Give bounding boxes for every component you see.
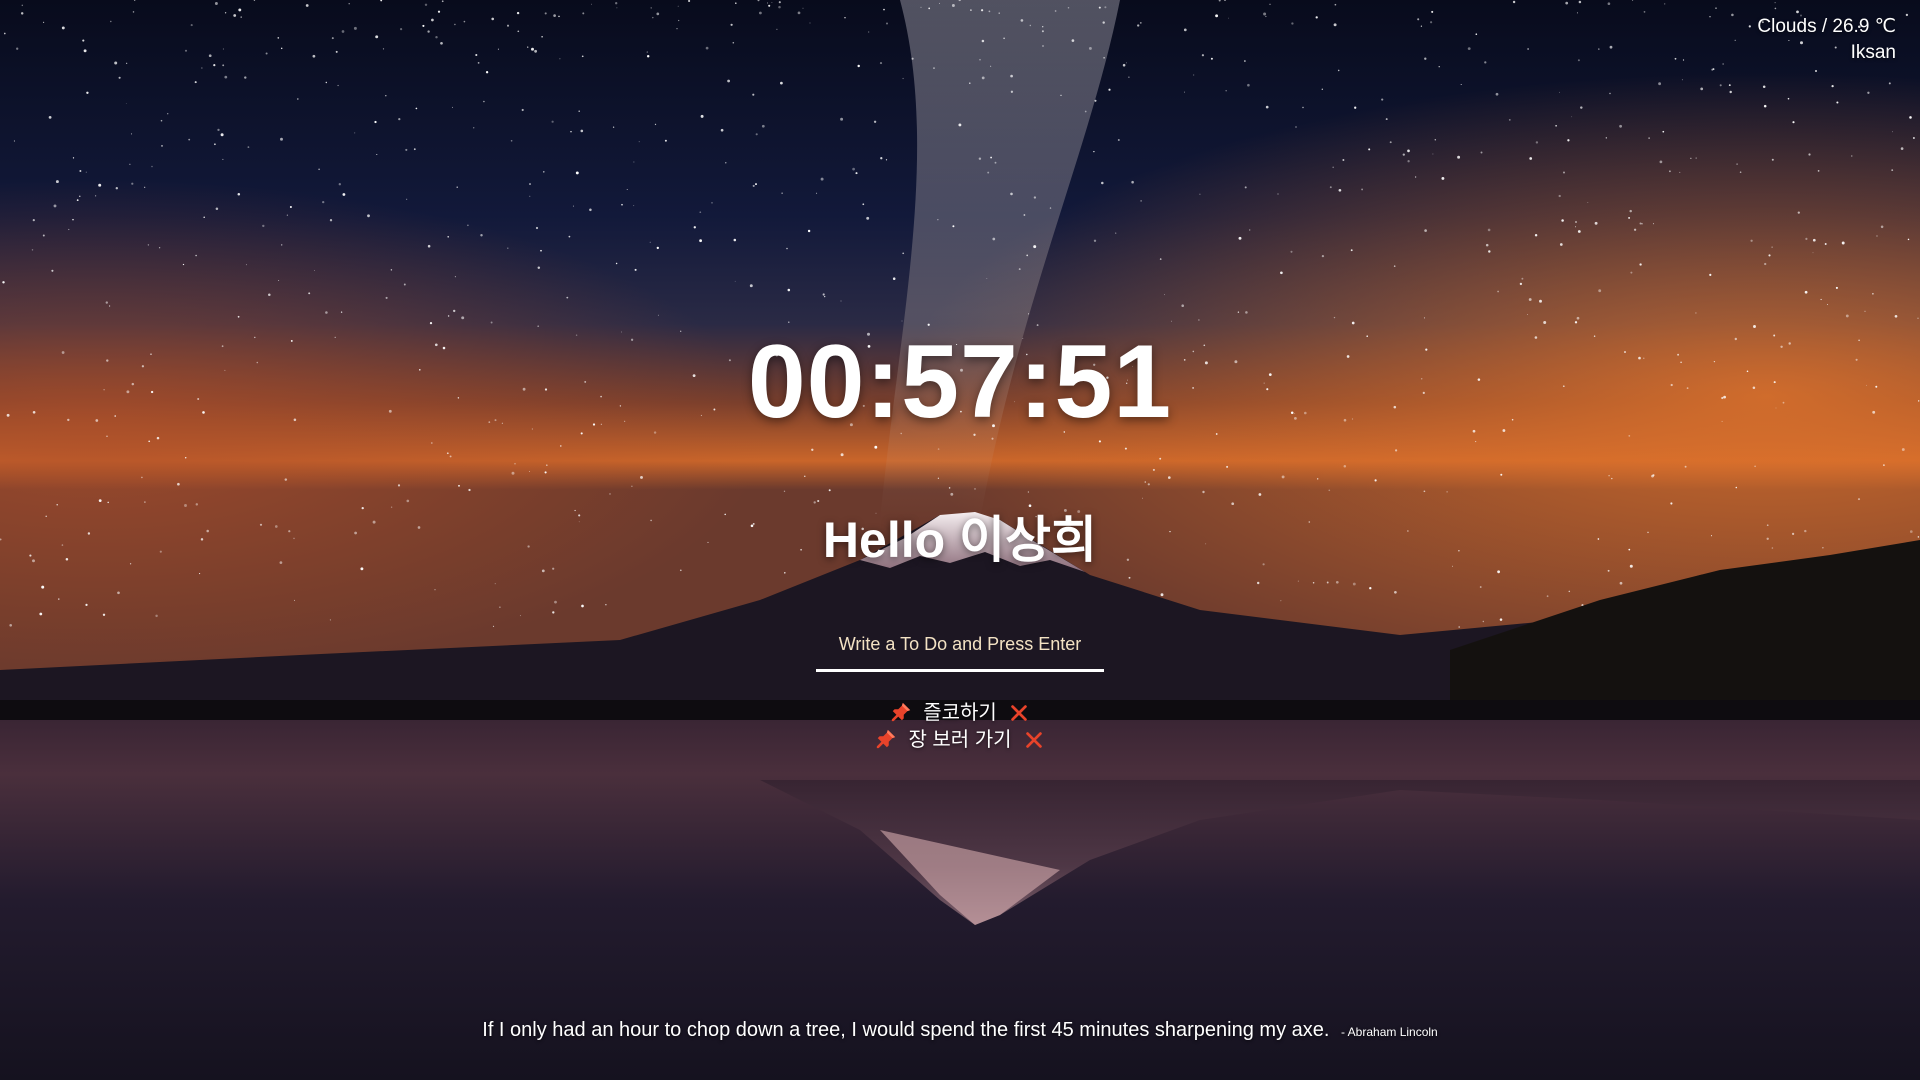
- pushpin-icon: [876, 729, 896, 749]
- delete-todo-button[interactable]: [1008, 702, 1030, 724]
- todo-input[interactable]: [816, 628, 1104, 672]
- weather-condition: Clouds / 26.9 ℃: [1757, 16, 1896, 37]
- todo-text: 장 보러 가기: [908, 729, 1012, 751]
- delete-todo-button[interactable]: [1023, 729, 1045, 751]
- todo-list: 즐코하기 장 보러 가기: [0, 700, 1920, 754]
- todo-item: 장 보러 가기: [0, 727, 1920, 754]
- quote-text: If I only had an hour to chop down a tre…: [482, 1019, 1330, 1041]
- greeting: Hello 이상희: [822, 512, 1098, 568]
- app-screen: Clouds / 26.9 ℃ Iksan 00:57:51 Hello 이상희…: [0, 0, 1920, 1080]
- todo-form: [816, 628, 1104, 676]
- quote-author: - Abraham Lincoln: [1341, 1025, 1438, 1039]
- quote: If I only had an hour to chop down a tre…: [0, 1016, 1920, 1046]
- todo-item: 즐코하기: [0, 700, 1920, 727]
- weather-city: Iksan: [1850, 42, 1896, 63]
- todo-text: 즐코하기: [923, 702, 997, 724]
- clock: 00:57:51: [747, 324, 1173, 440]
- weather-widget: Clouds / 26.9 ℃ Iksan: [1757, 14, 1896, 66]
- pushpin-icon: [891, 702, 910, 722]
